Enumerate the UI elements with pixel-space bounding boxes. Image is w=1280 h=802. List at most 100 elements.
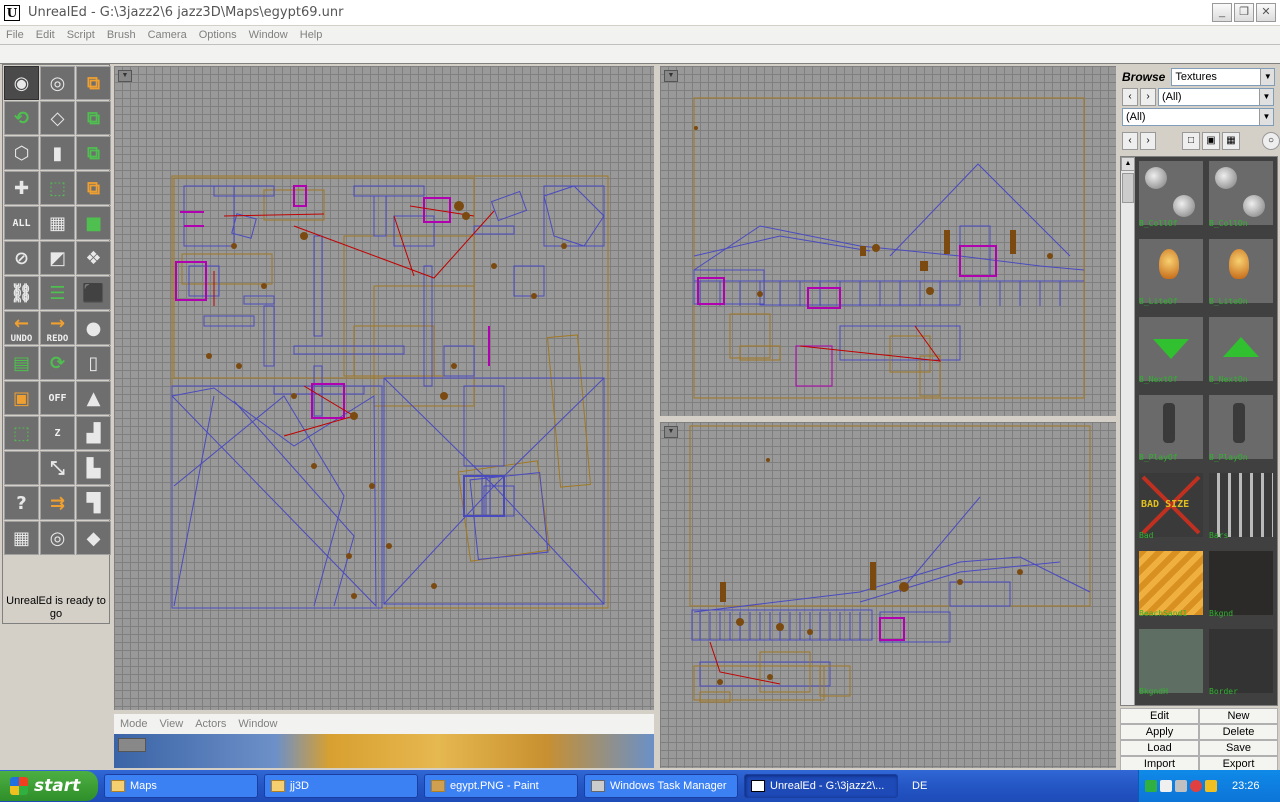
taskbar-item[interactable]: UnrealEd - G:\3jazz2\... bbox=[744, 774, 898, 798]
menu-file[interactable]: File bbox=[0, 29, 30, 41]
undo-icon[interactable]: ← UNDO bbox=[4, 311, 39, 345]
cube-sheet-icon[interactable]: ❖ bbox=[76, 241, 111, 275]
taskbar-item[interactable]: egypt.PNG - Paint bbox=[424, 774, 578, 798]
texture-select-icon[interactable]: ◩ bbox=[40, 241, 75, 275]
select-icon[interactable]: ⬚ bbox=[40, 171, 75, 205]
taskbar-item[interactable]: Windows Task Manager bbox=[584, 774, 738, 798]
close-button[interactable]: ✕ bbox=[1256, 3, 1276, 22]
path-icon[interactable]: ⤡ bbox=[40, 451, 75, 485]
brush-height-icon[interactable]: ▮ bbox=[40, 136, 75, 170]
stairs-icon[interactable]: ▟ bbox=[76, 416, 111, 450]
view-medium-icon[interactable]: ▣ bbox=[1202, 132, 1220, 150]
viewport-menu-button[interactable]: ▼ bbox=[118, 70, 132, 82]
group-select[interactable]: (All) ▼ bbox=[1122, 108, 1274, 126]
texture-tile[interactable]: B_NextOf bbox=[1139, 317, 1203, 384]
texture-tile[interactable]: Bars bbox=[1209, 473, 1273, 540]
prev-package-button[interactable]: ‹ bbox=[1122, 88, 1138, 106]
link-icon[interactable]: ⛓ bbox=[4, 276, 39, 310]
texture-tile[interactable]: BAD SIZE Bad bbox=[1139, 473, 1203, 540]
menu-camera[interactable]: Camera bbox=[142, 29, 193, 41]
next-package-button[interactable]: › bbox=[1140, 88, 1156, 106]
save-button[interactable]: Save bbox=[1199, 740, 1278, 756]
mirror-icon[interactable]: ⧉ bbox=[76, 171, 111, 205]
texture-tile[interactable]: B_CollOn bbox=[1209, 161, 1273, 228]
cylinder-icon[interactable]: ▯ bbox=[76, 346, 111, 380]
texture-tile[interactable]: B_CollOf bbox=[1139, 161, 1203, 228]
select-box-icon[interactable]: ▣ bbox=[4, 381, 39, 415]
package-select[interactable]: (All) ▼ bbox=[1158, 88, 1274, 106]
monitor-icon[interactable] bbox=[1160, 780, 1172, 792]
viewport-perspective[interactable] bbox=[114, 734, 654, 768]
camera-move-icon[interactable]: ◉ bbox=[4, 66, 39, 100]
edit-button[interactable]: Edit bbox=[1120, 708, 1199, 724]
texture-tile[interactable]: B_PlayOn bbox=[1209, 395, 1273, 462]
menu-help[interactable]: Help bbox=[294, 29, 329, 41]
menu-options[interactable]: Options bbox=[193, 29, 243, 41]
texture-rotate-icon[interactable]: ⧉ bbox=[76, 136, 111, 170]
new-button[interactable]: New bbox=[1199, 708, 1278, 724]
scroll-up-icon[interactable]: ▲ bbox=[1121, 157, 1135, 171]
texture-tile[interactable]: BeachSand1 bbox=[1139, 551, 1203, 618]
menu-brush[interactable]: Brush bbox=[101, 29, 142, 41]
texture-pan-icon[interactable]: ⧉ bbox=[76, 101, 111, 135]
unrealed-app-icon[interactable]: U bbox=[4, 4, 20, 21]
off-icon[interactable]: OFF bbox=[40, 381, 75, 415]
snap-grid-icon[interactable]: ▦ bbox=[40, 206, 75, 240]
select-all-icon[interactable]: ALL bbox=[4, 206, 39, 240]
brush-scale-icon[interactable]: ◇ bbox=[40, 101, 75, 135]
viewport-side[interactable]: ▼ bbox=[660, 422, 1116, 768]
vertex-edit-icon[interactable]: ⬡ bbox=[4, 136, 39, 170]
menu-actors[interactable]: Actors bbox=[189, 718, 232, 730]
list-icon[interactable]: ☰ bbox=[40, 276, 75, 310]
viewport-front[interactable]: ▼ bbox=[660, 66, 1116, 416]
actor-add-icon[interactable]: ✚ bbox=[4, 171, 39, 205]
sphere-icon[interactable]: ● bbox=[76, 311, 111, 345]
menu-view[interactable]: View bbox=[154, 718, 190, 730]
curved-stairs-icon[interactable]: ▜ bbox=[76, 486, 111, 520]
grid-toggle-icon[interactable]: ■ bbox=[76, 206, 111, 240]
intersect-icon[interactable]: ⬚ bbox=[4, 416, 39, 450]
menu-mode[interactable]: Mode bbox=[114, 718, 154, 730]
taskbar-item[interactable]: jj3D bbox=[264, 774, 418, 798]
viewport-menu-button[interactable]: ▼ bbox=[664, 70, 678, 82]
delete-button[interactable]: Delete bbox=[1199, 724, 1278, 740]
apply-button[interactable]: Apply bbox=[1120, 724, 1199, 740]
next-group-button[interactable]: › bbox=[1140, 132, 1156, 150]
network-icon[interactable] bbox=[1145, 780, 1157, 792]
view-sphere-icon[interactable]: ○ bbox=[1262, 132, 1280, 150]
move-arrow-icon[interactable]: ⇉ bbox=[40, 486, 75, 520]
hardware-icon[interactable] bbox=[1175, 780, 1187, 792]
texture-scrollbar[interactable]: ▲ bbox=[1121, 157, 1135, 705]
copy-icon[interactable]: ▤ bbox=[4, 346, 39, 380]
camera-buttons[interactable] bbox=[118, 738, 146, 752]
view-small-icon[interactable]: ▦ bbox=[1222, 132, 1240, 150]
viewport-top[interactable]: ▼ bbox=[114, 66, 654, 710]
texture-tile[interactable]: Border bbox=[1209, 629, 1273, 696]
texture-tile[interactable]: B_LiteOn bbox=[1209, 239, 1273, 306]
zone-icon[interactable]: Z bbox=[40, 416, 75, 450]
browser-type-select[interactable]: Textures ▼ bbox=[1171, 68, 1276, 86]
prev-group-button[interactable]: ‹ bbox=[1122, 132, 1138, 150]
volume-icon[interactable] bbox=[1205, 780, 1217, 792]
refresh-icon[interactable]: ⟳ bbox=[40, 346, 75, 380]
spiral-stairs-icon[interactable]: ▙ bbox=[76, 451, 111, 485]
sheet-icon[interactable]: ◆ bbox=[76, 521, 111, 555]
texture-tile[interactable]: BkgndH bbox=[1139, 629, 1203, 696]
texture-list[interactable]: ▲ B_CollOf B_CollOn B_LiteOf B_LiteOn B_Next… bbox=[1120, 156, 1278, 706]
menu-window[interactable]: Window bbox=[243, 29, 294, 41]
radar-icon[interactable]: ◎ bbox=[40, 521, 75, 555]
texture-tile[interactable]: B_LiteOf bbox=[1139, 239, 1203, 306]
camera-zoom-icon[interactable]: ◎ bbox=[40, 66, 75, 100]
start-button[interactable]: start bbox=[0, 771, 98, 801]
cube-icon[interactable]: ⬛ bbox=[76, 276, 111, 310]
taskbar-item[interactable]: Maps bbox=[104, 774, 258, 798]
load-button[interactable]: Load bbox=[1120, 740, 1199, 756]
texture-tile[interactable]: Bkgnd bbox=[1209, 551, 1273, 618]
redo-icon[interactable]: → REDO bbox=[40, 311, 75, 345]
security-icon[interactable] bbox=[1190, 780, 1202, 792]
viewport-menu-button[interactable]: ▼ bbox=[664, 426, 678, 438]
maximize-button[interactable]: ❐ bbox=[1234, 3, 1254, 22]
view-large-icon[interactable]: □ bbox=[1182, 132, 1200, 150]
empty-tool-icon[interactable] bbox=[4, 451, 39, 485]
grid-icon[interactable]: ▦ bbox=[4, 521, 39, 555]
